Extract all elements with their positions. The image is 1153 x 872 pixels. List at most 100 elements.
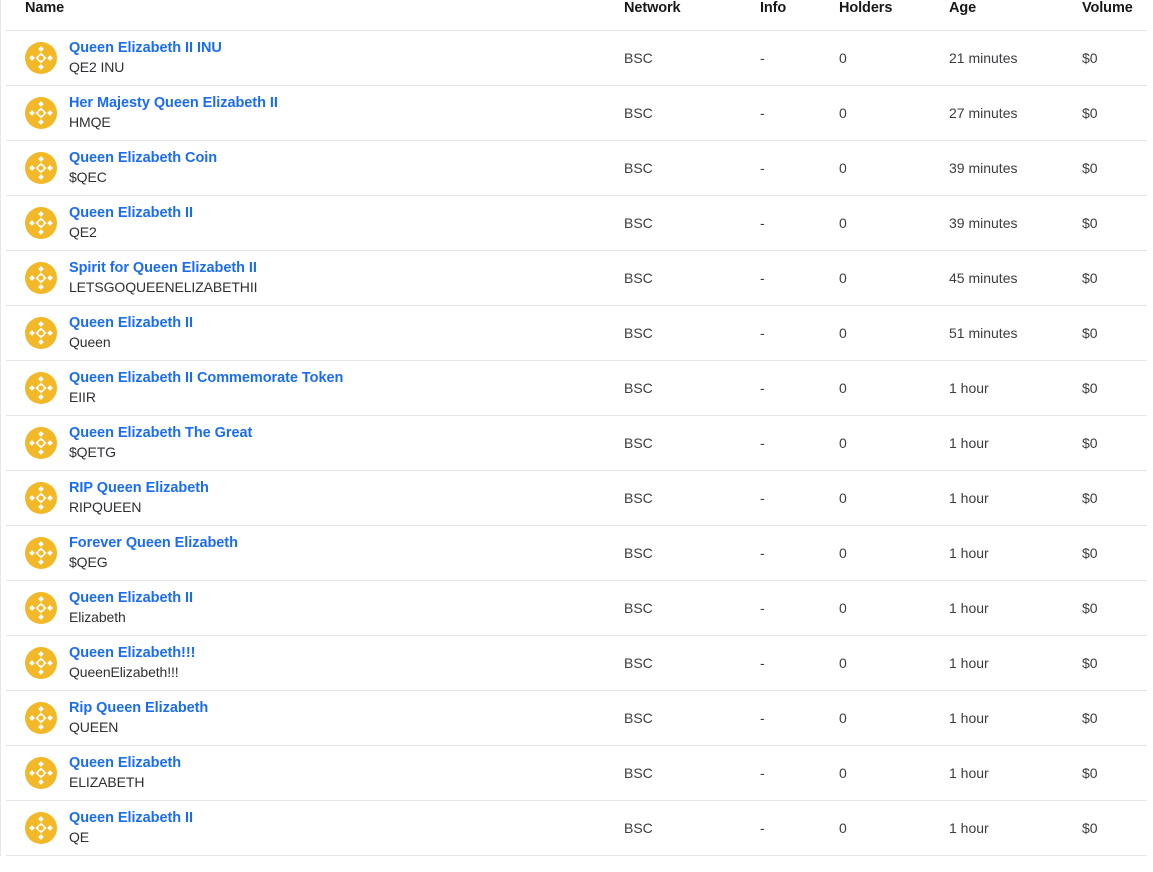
table-row[interactable]: Queen Elizabeth!!! QueenElizabeth!!! BSC -0…: [6, 635, 1147, 691]
token-symbol: QE2 INU: [69, 58, 125, 75]
binance-bnb-coin-icon: [25, 536, 57, 569]
token-identity: Queen Elizabeth II Elizabeth: [25, 589, 611, 626]
cell-network: BSC: [611, 580, 748, 636]
token-name-link[interactable]: Queen Elizabeth: [69, 754, 181, 773]
cell-info: -: [748, 470, 826, 526]
cell-name: Queen Elizabeth II Queen: [6, 305, 611, 361]
column-header-volume[interactable]: Volume: [1071, 0, 1147, 31]
binance-bnb-coin-icon: [25, 261, 57, 294]
table-row[interactable]: Queen Elizabeth II Commemorate Token EIIR…: [6, 360, 1147, 416]
binance-bnb-coin-icon: [25, 41, 57, 74]
table-row[interactable]: Queen Elizabeth II Queen BSC -0 51 minutes $0: [6, 305, 1147, 361]
token-name-link[interactable]: Queen Elizabeth!!!: [69, 644, 195, 663]
token-name-link[interactable]: Queen Elizabeth II INU: [69, 39, 222, 58]
table-row[interactable]: Queen Elizabeth Coin $QEC BSC -0 39 minutes $…: [6, 140, 1147, 196]
cell-age: 1 hour: [933, 470, 1071, 526]
column-header-network[interactable]: Network: [611, 0, 748, 31]
cell-info: -: [748, 140, 826, 196]
token-name-link[interactable]: Queen Elizabeth The Great: [69, 424, 252, 443]
cell-age: 1 hour: [933, 580, 1071, 636]
cell-holders: 0: [826, 415, 933, 471]
token-identity: Queen Elizabeth!!! QueenElizabeth!!!: [25, 644, 611, 681]
token-name-link[interactable]: Forever Queen Elizabeth: [69, 534, 238, 553]
cell-network: BSC: [611, 470, 748, 526]
token-text-block: Queen Elizabeth II INU QE2 INU: [69, 39, 222, 76]
cell-name: Queen Elizabeth II INU QE2 INU: [6, 30, 611, 86]
token-identity: RIP Queen Elizabeth RIPQUEEN: [25, 479, 611, 516]
binance-bnb-coin-icon: [25, 371, 57, 404]
cell-network: BSC: [611, 250, 748, 306]
table-row[interactable]: Queen Elizabeth ELIZABETH BSC -0 1 hour $0: [6, 745, 1147, 801]
token-name-link[interactable]: Queen Elizabeth II: [69, 204, 193, 223]
table-row[interactable]: Her Majesty Queen Elizabeth II HMQE BSC -0 2…: [6, 85, 1147, 141]
cell-volume: $0: [1071, 525, 1147, 581]
token-identity: Queen Elizabeth The Great $QETG: [25, 424, 611, 461]
token-name-link[interactable]: Her Majesty Queen Elizabeth II: [69, 94, 278, 113]
token-identity: Queen Elizabeth II QE: [25, 809, 611, 846]
token-identity: Spirit for Queen Elizabeth II LETSGOQUEEN…: [25, 259, 611, 296]
token-text-block: Queen Elizabeth Coin $QEC: [69, 149, 217, 186]
token-name-link[interactable]: Queen Elizabeth II: [69, 589, 193, 608]
cell-name: Forever Queen Elizabeth $QEG: [6, 525, 611, 581]
cell-holders: 0: [826, 85, 933, 141]
table-row[interactable]: Rip Queen Elizabeth QUEEN BSC -0 1 hour $0: [6, 690, 1147, 746]
table-row[interactable]: Queen Elizabeth II QE BSC -0 1 hour $0: [6, 800, 1147, 856]
table-row[interactable]: Queen Elizabeth II INU QE2 INU BSC -0 21 min…: [6, 30, 1147, 86]
cell-network: BSC: [611, 140, 748, 196]
column-header-info[interactable]: Info: [748, 0, 826, 31]
cell-name: Queen Elizabeth Coin $QEC: [6, 140, 611, 196]
token-text-block: Her Majesty Queen Elizabeth II HMQE: [69, 94, 278, 131]
cell-network: BSC: [611, 415, 748, 471]
cell-age: 1 hour: [933, 415, 1071, 471]
table-row[interactable]: Queen Elizabeth II QE2 BSC -0 39 minutes $0: [6, 195, 1147, 251]
token-symbol: QE: [69, 828, 90, 845]
cell-volume: $0: [1071, 30, 1147, 86]
cell-info: -: [748, 305, 826, 361]
token-name-link[interactable]: Rip Queen Elizabeth: [69, 699, 208, 718]
cell-name: Queen Elizabeth II QE2: [6, 195, 611, 251]
cell-volume: $0: [1071, 195, 1147, 251]
table-row[interactable]: Spirit for Queen Elizabeth II LETSGOQUEEN…: [6, 250, 1147, 306]
cell-age: 27 minutes: [933, 85, 1071, 141]
token-name-link[interactable]: Queen Elizabeth II: [69, 809, 193, 828]
token-symbol: RIPQUEEN: [69, 498, 142, 515]
token-text-block: Queen Elizabeth II Queen: [69, 314, 193, 351]
cell-age: 21 minutes: [933, 30, 1071, 86]
cell-info: -: [748, 30, 826, 86]
token-name-link[interactable]: Queen Elizabeth Coin: [69, 149, 217, 168]
cell-age: 45 minutes: [933, 250, 1071, 306]
column-header-age[interactable]: Age: [933, 0, 1071, 31]
cell-name: Queen Elizabeth II Commemorate Token EIIR: [6, 360, 611, 416]
table-row[interactable]: RIP Queen Elizabeth RIPQUEEN BSC -0 1 hour $0: [6, 470, 1147, 526]
token-name-link[interactable]: RIP Queen Elizabeth: [69, 479, 209, 498]
cell-name: Spirit for Queen Elizabeth II LETSGOQUEEN…: [6, 250, 611, 306]
token-symbol: HMQE: [69, 113, 111, 130]
binance-bnb-coin-icon: [25, 426, 57, 459]
binance-bnb-coin-icon: [25, 701, 57, 734]
token-name-link[interactable]: Spirit for Queen Elizabeth II: [69, 259, 257, 278]
token-text-block: Queen Elizabeth II QE: [69, 809, 193, 846]
cell-age: 39 minutes: [933, 195, 1071, 251]
table-body: Queen Elizabeth II INU QE2 INU BSC -0 21 min…: [6, 30, 1147, 856]
column-header-holders[interactable]: Holders: [826, 0, 933, 31]
cell-holders: 0: [826, 800, 933, 856]
cell-network: BSC: [611, 525, 748, 581]
cell-info: -: [748, 85, 826, 141]
table-row[interactable]: Queen Elizabeth The Great $QETG BSC -0 1 hou…: [6, 415, 1147, 471]
cell-info: -: [748, 635, 826, 691]
binance-bnb-coin-icon: [25, 646, 57, 679]
cell-volume: $0: [1071, 85, 1147, 141]
table-row[interactable]: Forever Queen Elizabeth $QEG BSC -0 1 hour $0: [6, 525, 1147, 581]
cell-volume: $0: [1071, 360, 1147, 416]
table-row[interactable]: Queen Elizabeth II Elizabeth BSC -0 1 hour $0: [6, 580, 1147, 636]
column-header-name[interactable]: Name: [6, 0, 611, 31]
cell-network: BSC: [611, 85, 748, 141]
cell-name: Queen Elizabeth II QE: [6, 800, 611, 856]
token-name-link[interactable]: Queen Elizabeth II Commemorate Token: [69, 369, 343, 388]
cell-name: Her Majesty Queen Elizabeth II HMQE: [6, 85, 611, 141]
token-text-block: Queen Elizabeth II QE2: [69, 204, 193, 241]
token-text-block: Spirit for Queen Elizabeth II LETSGOQUEEN…: [69, 259, 258, 296]
token-name-link[interactable]: Queen Elizabeth II: [69, 314, 193, 333]
cell-info: -: [748, 360, 826, 416]
cell-volume: $0: [1071, 580, 1147, 636]
